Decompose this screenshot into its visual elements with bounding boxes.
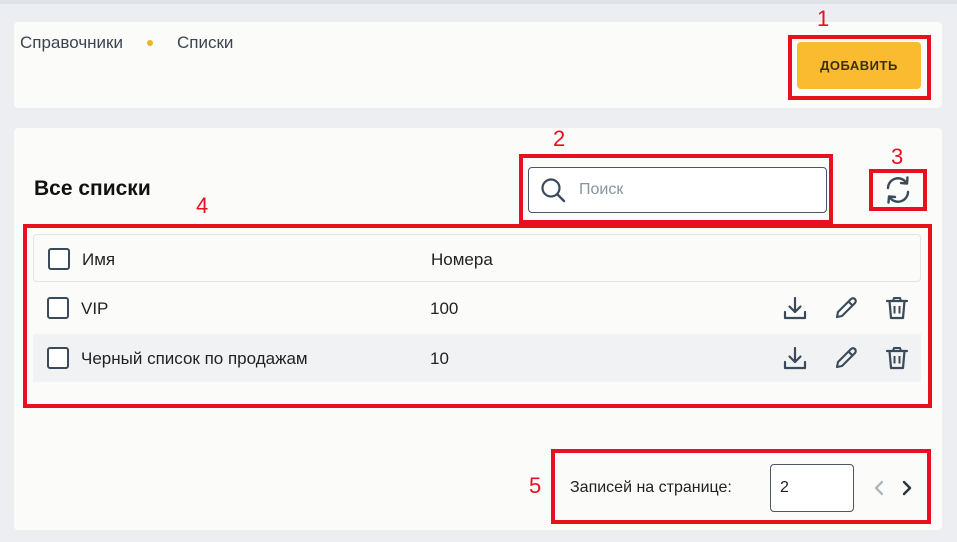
breadcrumb-item-references[interactable]: Справочники	[20, 33, 123, 53]
annotation-box-1	[788, 35, 931, 100]
breadcrumb-item-lists: Списки	[177, 33, 234, 52]
breadcrumb: Справочники Списки	[20, 33, 233, 53]
annotation-number-5: 5	[529, 473, 542, 498]
page-title: Все списки	[34, 177, 151, 200]
breadcrumb-separator	[147, 40, 153, 46]
annotation-number-1: 1	[817, 6, 830, 31]
annotation-number-4: 4	[196, 193, 209, 218]
annotation-number-2: 2	[553, 126, 566, 151]
annotation-box-3	[869, 169, 927, 211]
annotation-box-2	[519, 154, 833, 224]
top-divider	[0, 0, 957, 4]
annotation-number-3: 3	[891, 144, 904, 169]
annotation-box-4	[23, 224, 932, 408]
annotation-box-5	[551, 449, 931, 524]
